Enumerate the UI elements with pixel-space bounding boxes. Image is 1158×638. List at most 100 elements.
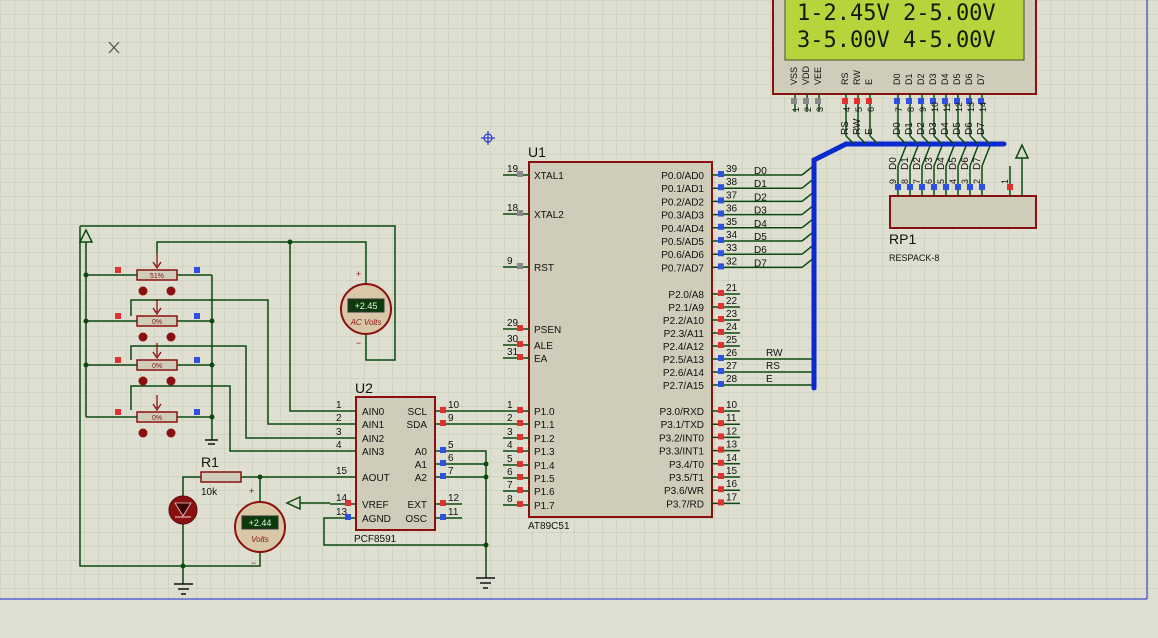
u1-pin-number: 9 xyxy=(507,256,513,267)
u1-pin-state xyxy=(718,407,724,413)
u1-pin-name: P2.4/A12 xyxy=(663,342,705,353)
svg-text:+: + xyxy=(356,269,361,279)
lcd-pin-state xyxy=(791,98,797,104)
lcd-pin-number: 1 xyxy=(791,107,801,112)
pot-decrement-button[interactable] xyxy=(138,332,148,342)
rp1-pin-number: 9 xyxy=(888,179,898,184)
u1-pin-number: 19 xyxy=(507,164,519,175)
u1-pin-name: P0.4/AD4 xyxy=(661,224,704,235)
u1-pin-name: P2.7/A15 xyxy=(663,381,705,392)
pot-increment-button[interactable] xyxy=(166,428,176,438)
r1-value: 10k xyxy=(201,487,218,498)
port0-net-label: D3 xyxy=(754,206,767,217)
u2-pin-number: 4 xyxy=(336,440,342,451)
u1-pin-name: XTAL1 xyxy=(534,171,564,182)
u2-pin-name: AOUT xyxy=(362,473,390,484)
rp1-pin-number: 8 xyxy=(900,179,910,184)
pot-decrement-button[interactable] xyxy=(138,286,148,296)
u1-pin-number: 24 xyxy=(726,322,738,333)
u1-pin-number: 5 xyxy=(507,454,513,465)
u2-pin-state xyxy=(440,473,446,479)
schematic-canvas[interactable]: 1-2.45V 2-5.00V 3-5.00V 4-5.00V VSS 1 VDD 2… xyxy=(0,0,1158,638)
rp1-pin-number: 5 xyxy=(936,179,946,184)
dc-voltmeter-reading: +2.44 xyxy=(249,518,272,528)
pot-pin-state xyxy=(115,409,121,415)
u2-pin-state xyxy=(345,500,351,506)
u2-pin-number: 6 xyxy=(448,453,454,464)
rp1-pin-label: D1 xyxy=(900,157,911,170)
u2-pin-name: SCL xyxy=(408,407,428,418)
pot-increment-button[interactable] xyxy=(166,332,176,342)
u1-pin-number: 35 xyxy=(726,217,738,228)
u1-pin-number: 17 xyxy=(726,492,738,503)
u2-pin-name: OSC xyxy=(405,514,427,525)
rp1-pin-label: D2 xyxy=(912,157,923,170)
u1-pin-name: P3.7/RD xyxy=(666,499,704,510)
u2-pin-state xyxy=(440,514,446,520)
lcd-pin-label: E xyxy=(864,79,874,85)
pot-increment-button[interactable] xyxy=(166,376,176,386)
pot-decrement-button[interactable] xyxy=(138,428,148,438)
u2-pin-number: 10 xyxy=(448,400,460,411)
lcd-pin-state xyxy=(803,98,809,104)
u1-pin-number: 27 xyxy=(726,361,738,372)
rp1-pin-label: D0 xyxy=(888,157,899,170)
pot-pin-state xyxy=(115,267,121,273)
junction-dot xyxy=(483,542,489,548)
u1-pin-state xyxy=(517,407,523,413)
pot-value: 0% xyxy=(152,319,162,326)
lcd-pin-number: 11 xyxy=(942,103,952,112)
u1-pin-name: P3.2/INT0 xyxy=(659,433,704,444)
led-icon[interactable] xyxy=(168,495,198,525)
lcd-bus-label: RW xyxy=(852,118,863,135)
lcd-pin-number: 12 xyxy=(954,102,964,112)
port2-net-label: RW xyxy=(766,348,783,359)
svg-text:−: − xyxy=(251,558,256,568)
u2-pin-name: AIN1 xyxy=(362,420,385,431)
lcd-bus-label: E xyxy=(864,128,875,135)
ac-voltmeter-reading: +2.45 xyxy=(355,301,378,311)
rp1-pin-number: 4 xyxy=(948,179,958,184)
u1-pin-number: 25 xyxy=(726,335,738,346)
u1-ref: U1 xyxy=(528,144,546,160)
lcd-pin-label: D3 xyxy=(928,73,938,85)
u1-pin-state xyxy=(718,237,724,243)
lcd-bus-label: RS xyxy=(840,121,851,135)
port0-net-label: D6 xyxy=(754,245,767,256)
u1-pin-number: 30 xyxy=(507,334,519,345)
lcd-pin-number: 13 xyxy=(966,102,976,112)
port0-net-label: D0 xyxy=(754,166,767,177)
u1-pin-number: 14 xyxy=(726,453,738,464)
lcd-pin-state xyxy=(866,98,872,104)
u1-pin-number: 15 xyxy=(726,466,738,477)
pot-increment-button[interactable] xyxy=(166,286,176,296)
u1-pin-state xyxy=(718,171,724,177)
rp1-ref: RP1 xyxy=(889,231,916,247)
pot-decrement-button[interactable] xyxy=(138,376,148,386)
u1-pin-number: 21 xyxy=(726,283,738,294)
u1-pin-name: P0.0/AD0 xyxy=(661,171,704,182)
junction-dot xyxy=(180,563,186,569)
lcd-bus-label: D4 xyxy=(940,122,951,135)
lcd-pin-label: RS xyxy=(840,72,850,85)
pot-value: 0% xyxy=(152,415,162,422)
u2-pin-state xyxy=(440,500,446,506)
rp1-pin-label: D5 xyxy=(948,157,959,170)
junction-dot xyxy=(257,474,263,480)
port0-net-label: D4 xyxy=(754,219,767,230)
svg-text:−: − xyxy=(356,338,361,348)
u2-pin-state xyxy=(440,420,446,426)
u1-pin-number: 29 xyxy=(507,318,519,329)
u1-pin-state xyxy=(517,461,523,467)
u1-part: AT89C51 xyxy=(528,521,570,532)
u2-pin-number: 1 xyxy=(336,400,342,411)
u1-microcontroller[interactable]: U1 AT89C51 19XTAL118XTAL29RST29PSEN30ALE… xyxy=(503,144,740,532)
u1-pin-state xyxy=(718,499,724,506)
port0-net-label: D7 xyxy=(754,258,767,269)
port0-net-label: D2 xyxy=(754,192,767,203)
u1-pin-state xyxy=(718,486,724,493)
u2-ref: U2 xyxy=(355,380,373,396)
u2-pin-number: 9 xyxy=(448,413,454,424)
u2-pin-name: AIN0 xyxy=(362,407,385,418)
u1-pin-state xyxy=(718,446,724,453)
